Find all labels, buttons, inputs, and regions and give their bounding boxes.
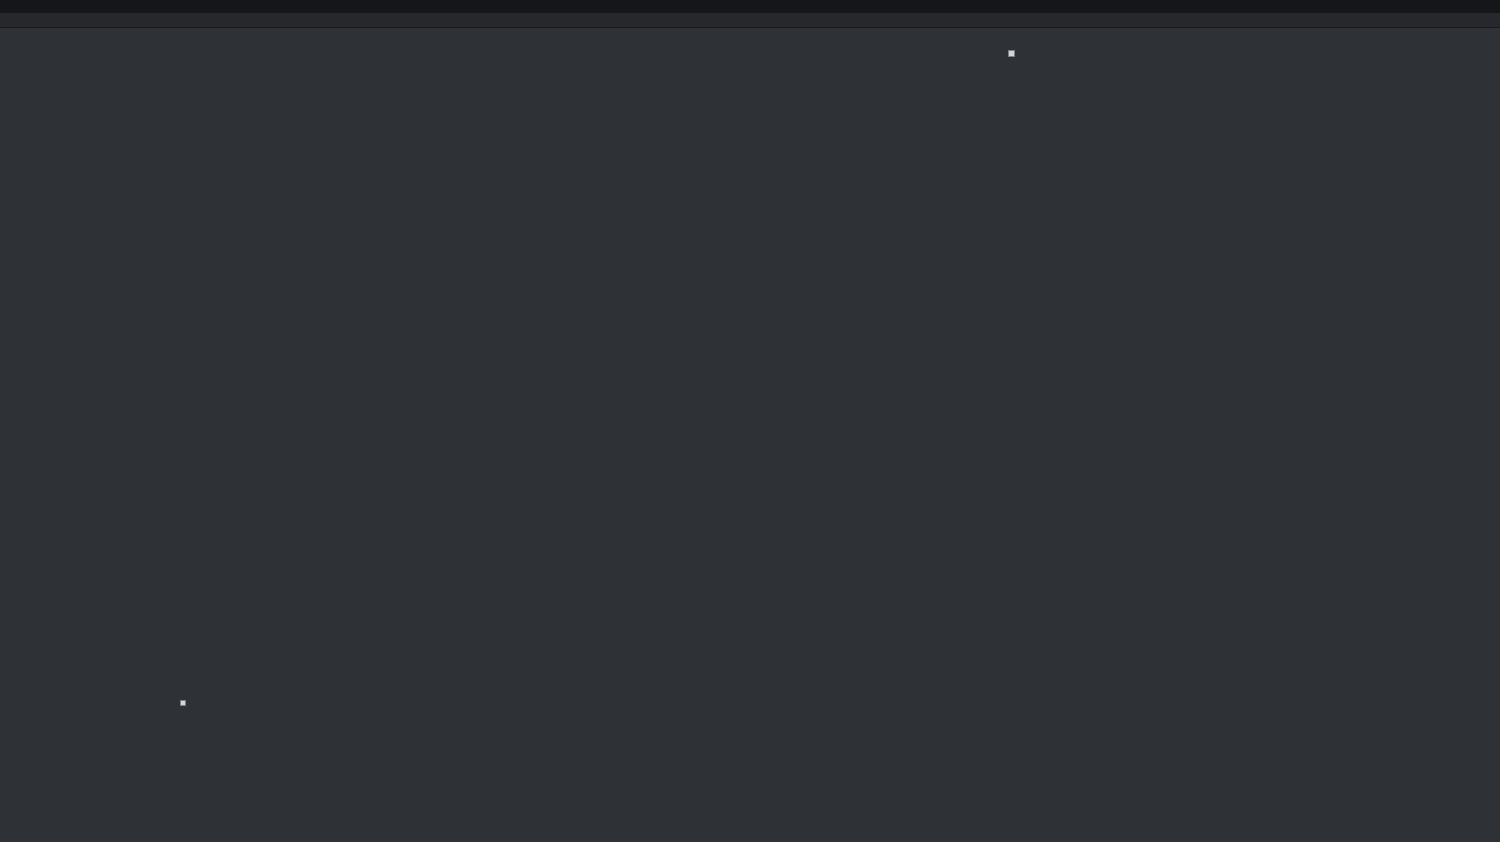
eurorack-title <box>189 697 202 712</box>
menu-bar <box>0 13 1500 28</box>
bullet-square-icon <box>1008 50 1015 57</box>
bullet-square-icon <box>180 700 186 706</box>
cable-layer <box>0 0 1500 842</box>
window-title <box>0 0 1500 13</box>
